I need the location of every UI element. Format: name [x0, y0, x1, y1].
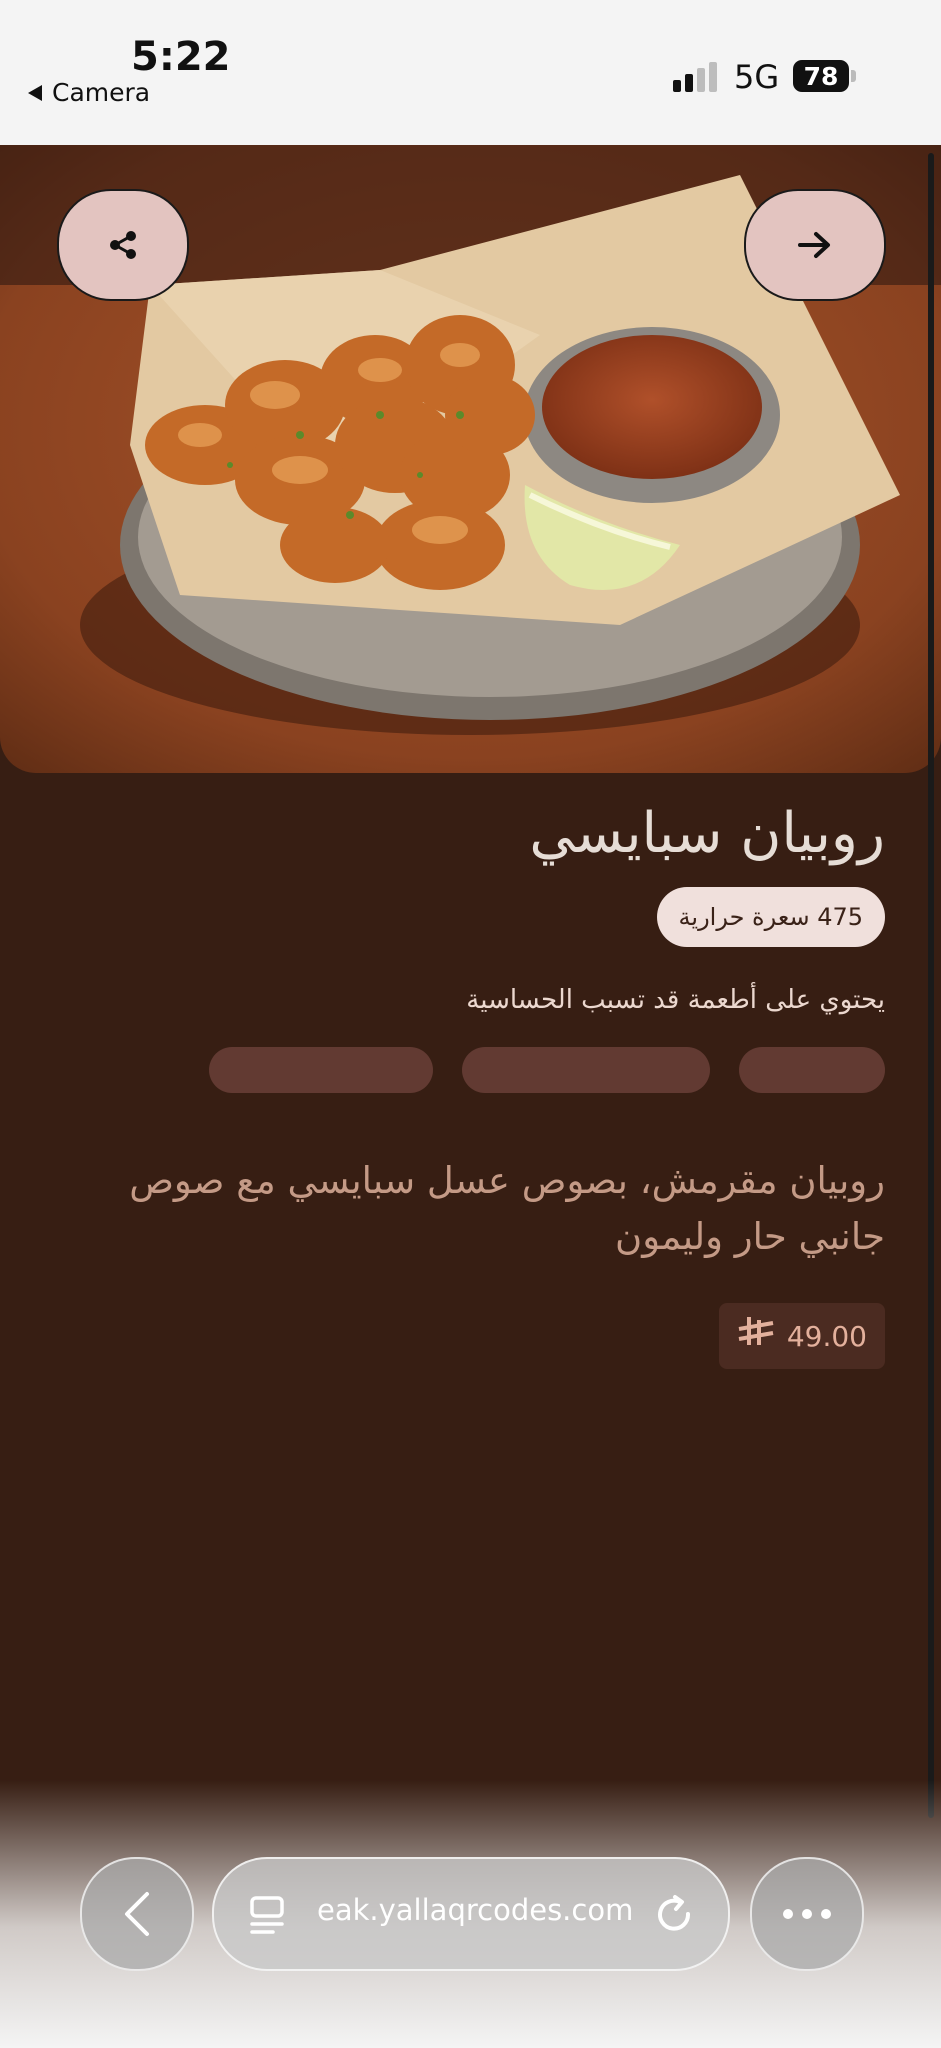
forward-button[interactable]	[744, 189, 886, 301]
scrollbar[interactable]	[928, 153, 934, 1818]
back-triangle-icon	[28, 84, 42, 101]
item-description: روبيان مقرمش، بصوص عسل سبايسي مع صوص جان…	[129, 1159, 885, 1258]
menu-item-page: روبيان سبايسي 475 سعرة حرارية يحتوي على …	[0, 145, 941, 2048]
share-button[interactable]	[57, 189, 189, 301]
back-to-app-link[interactable]: Camera	[28, 78, 150, 107]
battery-level: 78	[803, 61, 839, 91]
more-options-button[interactable]	[750, 1857, 864, 1971]
item-title: روبيان سبايسي	[529, 801, 885, 866]
signal-icon	[673, 62, 717, 92]
allergen-chip	[462, 1047, 710, 1093]
allergen-chip	[209, 1047, 433, 1093]
browser-back-button[interactable]	[80, 1857, 194, 1971]
more-icon	[783, 1909, 831, 1919]
network-type: 5G	[734, 58, 780, 96]
clock: 5:22	[131, 34, 231, 80]
battery-icon: 78	[793, 60, 849, 92]
address-bar[interactable]: eak.yallaqrcodes.com	[212, 1857, 730, 1971]
url-text: eak.yallaqrcodes.com	[317, 1893, 634, 1927]
share-icon	[110, 231, 136, 259]
chevron-left-icon	[125, 1892, 149, 1936]
calories-badge: 475 سعرة حرارية	[656, 887, 885, 947]
arrow-right-icon	[798, 232, 830, 258]
status-bar: 5:22 Camera 5G 78	[0, 0, 941, 145]
price-value: 49.00	[786, 1319, 867, 1353]
tabs-icon	[250, 1896, 284, 1934]
reload-icon[interactable]	[654, 1894, 696, 1936]
back-app-label: Camera	[52, 78, 151, 107]
allergen-note: يحتوي على أطعمة قد تسبب الحساسية	[466, 985, 885, 1015]
price-tag: 49.00	[718, 1303, 885, 1369]
dish-photo	[0, 145, 941, 773]
battery-tip	[851, 70, 856, 82]
allergen-chip	[739, 1047, 885, 1093]
riyal-currency-icon	[737, 1315, 777, 1357]
